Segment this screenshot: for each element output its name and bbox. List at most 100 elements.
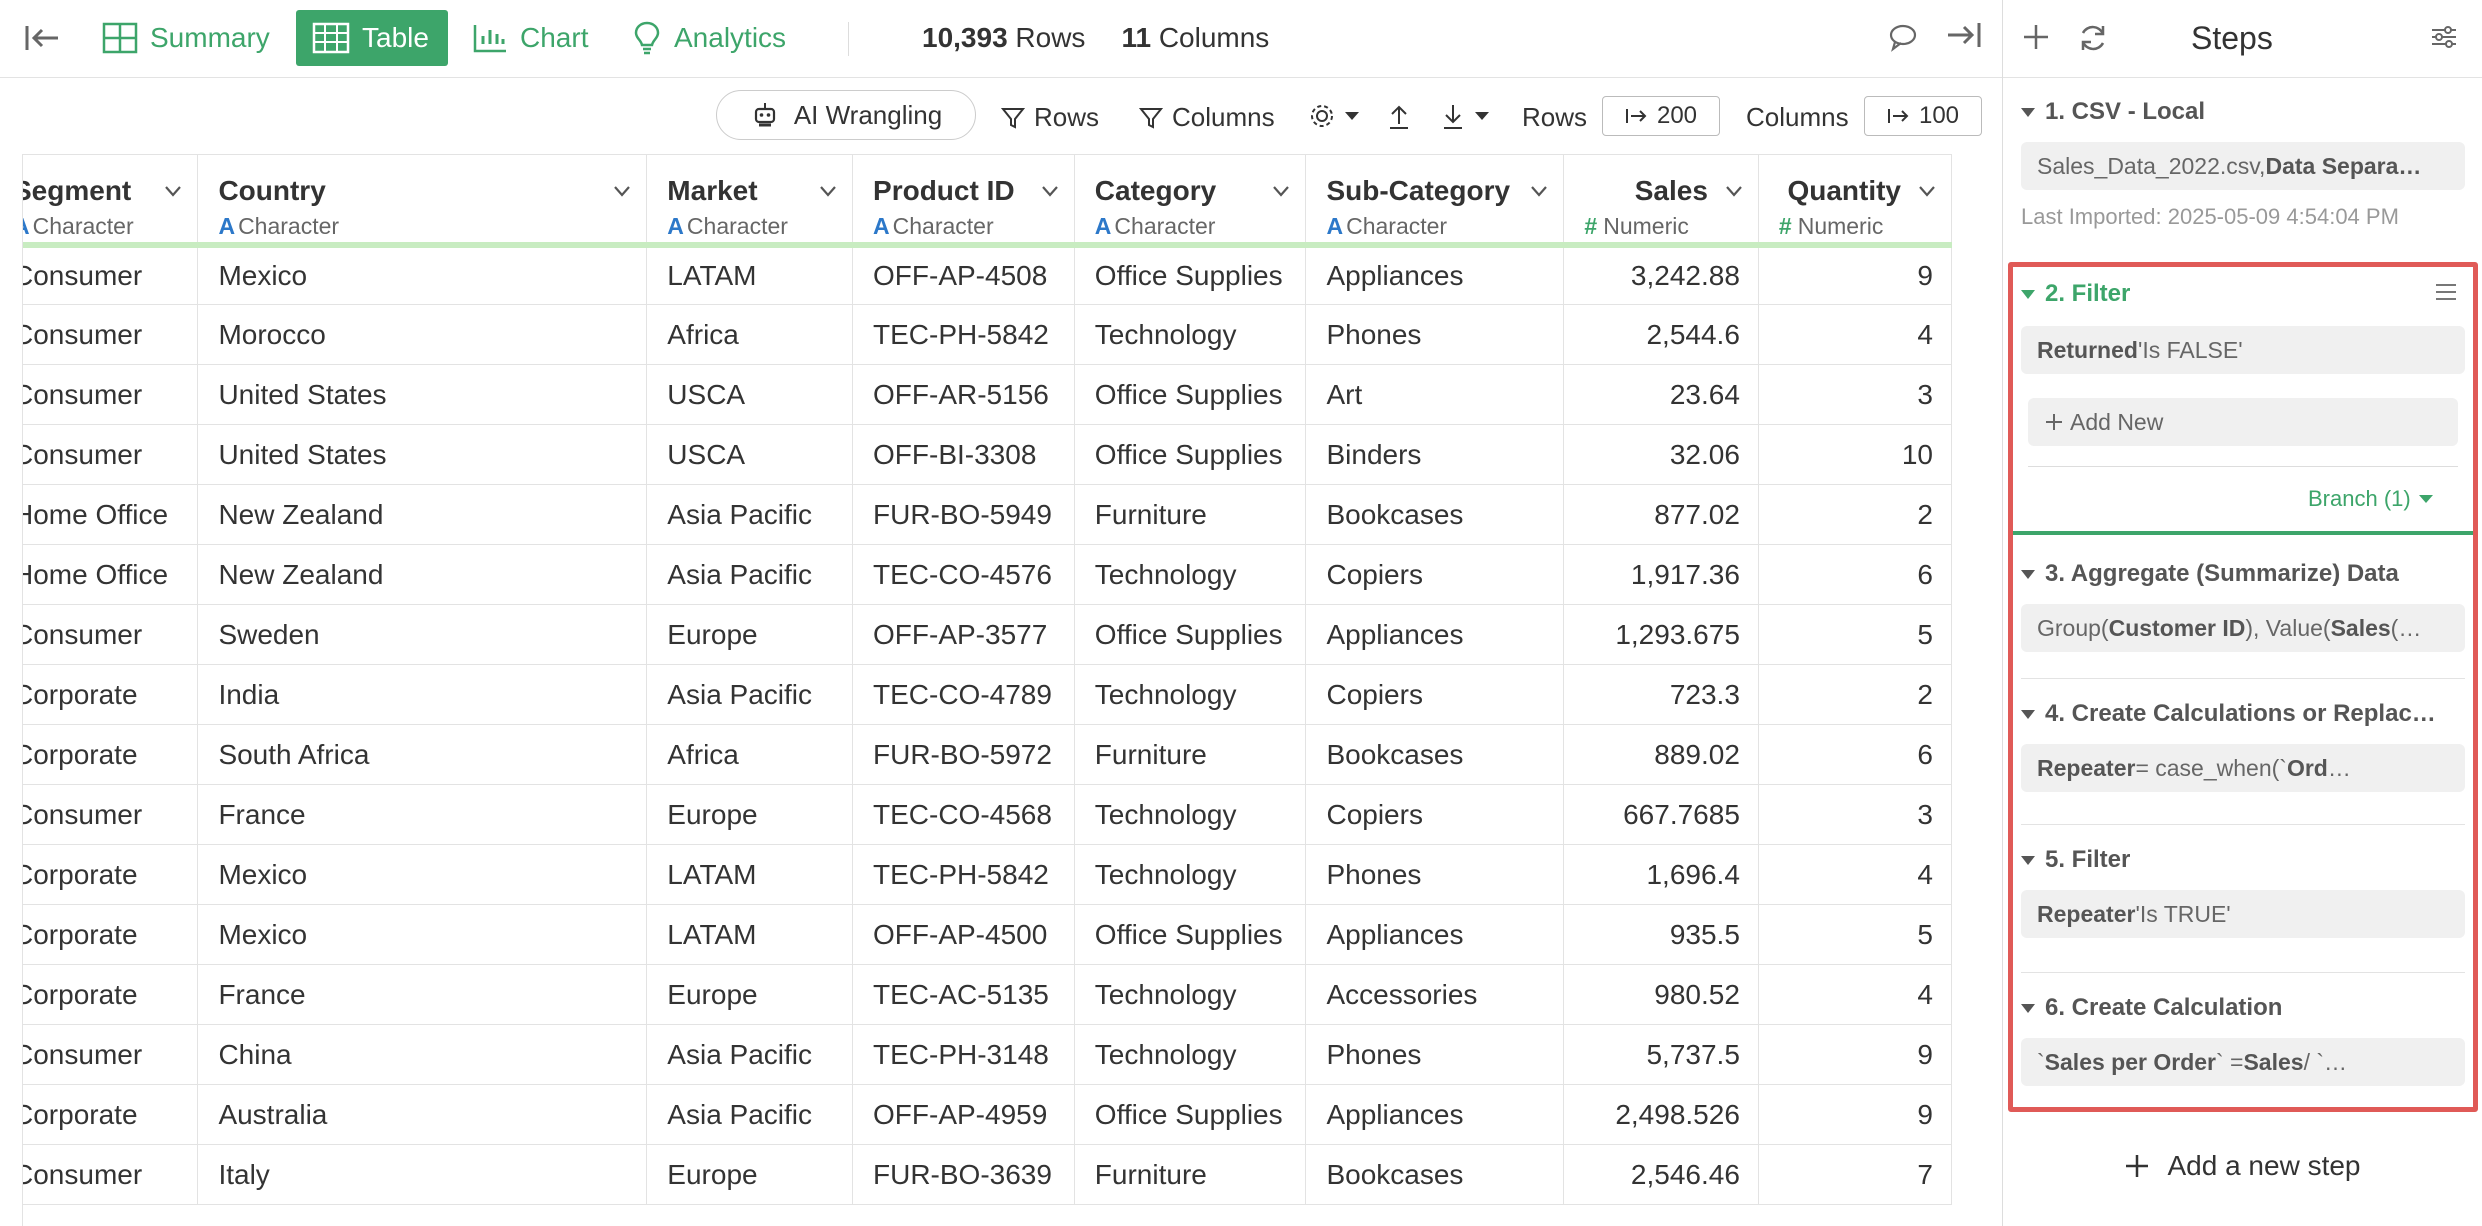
chevron-down-icon[interactable]: [818, 181, 838, 201]
table-cell[interactable]: TEC-CO-4789: [852, 664, 1075, 725]
table-cell[interactable]: Furniture: [1074, 724, 1307, 785]
table-cell[interactable]: Copiers: [1305, 784, 1565, 845]
table-cell[interactable]: Italy: [197, 1144, 648, 1205]
table-cell[interactable]: Corporate: [23, 904, 199, 965]
table-cell[interactable]: Consumer: [23, 604, 199, 665]
table-cell[interactable]: 3: [1758, 364, 1953, 425]
table-cell[interactable]: United States: [197, 364, 648, 425]
step-filter-repeater[interactable]: 5. Filter Repeater 'Is TRUE': [2021, 846, 2465, 938]
step-detail-chip[interactable]: Sales_Data_2022.csv, Data Separa…: [2021, 142, 2465, 190]
table-cell[interactable]: USCA: [646, 424, 854, 485]
table-cell[interactable]: Technology: [1074, 544, 1307, 605]
table-cell[interactable]: Corporate: [23, 664, 199, 725]
table-cell[interactable]: Office Supplies: [1074, 244, 1307, 305]
table-cell[interactable]: OFF-AP-4500: [852, 904, 1075, 965]
table-cell[interactable]: Asia Pacific: [646, 544, 854, 605]
table-cell[interactable]: 9: [1758, 244, 1953, 305]
table-cell[interactable]: TEC-PH-3148: [852, 1024, 1075, 1085]
table-cell[interactable]: 2,544.6: [1563, 304, 1759, 365]
column-header[interactable]: Country A Character: [197, 154, 648, 248]
table-cell[interactable]: France: [197, 784, 648, 845]
table-cell[interactable]: 6: [1758, 724, 1953, 785]
table-cell[interactable]: Corporate: [23, 1084, 199, 1145]
column-header[interactable]: Quantity # Numeric: [1758, 154, 1953, 248]
hamburger-menu-icon[interactable]: [2434, 282, 2460, 304]
chevron-down-icon[interactable]: [1917, 181, 1937, 201]
table-cell[interactable]: 980.52: [1563, 964, 1759, 1025]
table-cell[interactable]: Phones: [1305, 1024, 1565, 1085]
column-header[interactable]: Market A Character: [646, 154, 854, 248]
table-cell[interactable]: 32.06: [1563, 424, 1759, 485]
table-cell[interactable]: LATAM: [646, 844, 854, 905]
table-cell[interactable]: 2,546.46: [1563, 1144, 1759, 1205]
table-cell[interactable]: Europe: [646, 964, 854, 1025]
table-cell[interactable]: Corporate: [23, 844, 199, 905]
table-cell[interactable]: OFF-BI-3308: [852, 424, 1075, 485]
table-cell[interactable]: Africa: [646, 724, 854, 785]
table-cell[interactable]: 23.64: [1563, 364, 1759, 425]
chevron-down-icon[interactable]: [1724, 181, 1744, 201]
download-icon[interactable]: [1440, 102, 1490, 130]
settings-sliders-icon[interactable]: [2429, 22, 2463, 56]
table-cell[interactable]: FUR-BO-3639: [852, 1144, 1075, 1205]
table-cell[interactable]: 4: [1758, 304, 1953, 365]
table-cell[interactable]: 877.02: [1563, 484, 1759, 545]
table-cell[interactable]: TEC-PH-5842: [852, 844, 1075, 905]
comment-icon[interactable]: [1888, 22, 1922, 56]
table-cell[interactable]: New Zealand: [197, 484, 648, 545]
chevron-down-icon[interactable]: [1529, 181, 1549, 201]
table-cell[interactable]: 3,242.88: [1563, 244, 1759, 305]
step-detail-chip[interactable]: Repeater 'Is TRUE': [2021, 890, 2465, 938]
table-cell[interactable]: Asia Pacific: [646, 1084, 854, 1145]
table-cell[interactable]: Consumer: [23, 424, 199, 485]
table-cell[interactable]: Office Supplies: [1074, 904, 1307, 965]
table-cell[interactable]: Appliances: [1305, 904, 1565, 965]
gear-menu-button[interactable]: [1308, 102, 1360, 130]
table-cell[interactable]: Asia Pacific: [646, 484, 854, 545]
table-cell[interactable]: Bookcases: [1305, 484, 1565, 545]
table-cell[interactable]: 2: [1758, 664, 1953, 725]
rows-filter-button[interactable]: Rows: [1000, 102, 1099, 133]
table-cell[interactable]: 1,917.36: [1563, 544, 1759, 605]
table-cell[interactable]: Appliances: [1305, 604, 1565, 665]
table-cell[interactable]: 4: [1758, 964, 1953, 1025]
table-cell[interactable]: TEC-CO-4568: [852, 784, 1075, 845]
table-cell[interactable]: Appliances: [1305, 244, 1565, 305]
table-cell[interactable]: Bookcases: [1305, 724, 1565, 785]
columns-limit-input[interactable]: 100: [1864, 96, 1982, 136]
table-cell[interactable]: 4: [1758, 844, 1953, 905]
table-cell[interactable]: United States: [197, 424, 648, 485]
table-cell[interactable]: Consumer: [23, 1024, 199, 1085]
table-cell[interactable]: 10: [1758, 424, 1953, 485]
tab-summary[interactable]: Summary: [86, 10, 286, 66]
table-cell[interactable]: 5,737.5: [1563, 1024, 1759, 1085]
step-csv-local[interactable]: 1. CSV - Local Sales_Data_2022.csv, Data…: [2021, 98, 2465, 230]
branch-dropdown[interactable]: Branch (1): [2308, 486, 2433, 512]
plus-icon[interactable]: [2021, 22, 2055, 56]
table-cell[interactable]: Asia Pacific: [646, 1024, 854, 1085]
table-cell[interactable]: Office Supplies: [1074, 424, 1307, 485]
table-cell[interactable]: Technology: [1074, 844, 1307, 905]
table-cell[interactable]: Home Office: [23, 544, 199, 605]
table-cell[interactable]: 723.3: [1563, 664, 1759, 725]
table-cell[interactable]: Consumer: [23, 784, 199, 845]
refresh-icon[interactable]: [2077, 22, 2111, 56]
table-cell[interactable]: FUR-BO-5972: [852, 724, 1075, 785]
table-cell[interactable]: Accessories: [1305, 964, 1565, 1025]
column-header[interactable]: Sub-Category A Character: [1305, 154, 1565, 248]
table-cell[interactable]: Binders: [1305, 424, 1565, 485]
table-cell[interactable]: 1,293.675: [1563, 604, 1759, 665]
table-cell[interactable]: New Zealand: [197, 544, 648, 605]
rows-limit-input[interactable]: 200: [1602, 96, 1720, 136]
table-cell[interactable]: TEC-CO-4576: [852, 544, 1075, 605]
table-cell[interactable]: Europe: [646, 604, 854, 665]
step-create-calculation[interactable]: 6. Create Calculation ` Sales per Order ` …: [2021, 994, 2465, 1086]
table-cell[interactable]: India: [197, 664, 648, 725]
table-cell[interactable]: TEC-AC-5135: [852, 964, 1075, 1025]
table-cell[interactable]: Africa: [646, 304, 854, 365]
table-cell[interactable]: 667.7685: [1563, 784, 1759, 845]
table-cell[interactable]: Office Supplies: [1074, 604, 1307, 665]
table-cell[interactable]: Technology: [1074, 304, 1307, 365]
table-cell[interactable]: TEC-PH-5842: [852, 304, 1075, 365]
table-cell[interactable]: OFF-AP-4508: [852, 244, 1075, 305]
